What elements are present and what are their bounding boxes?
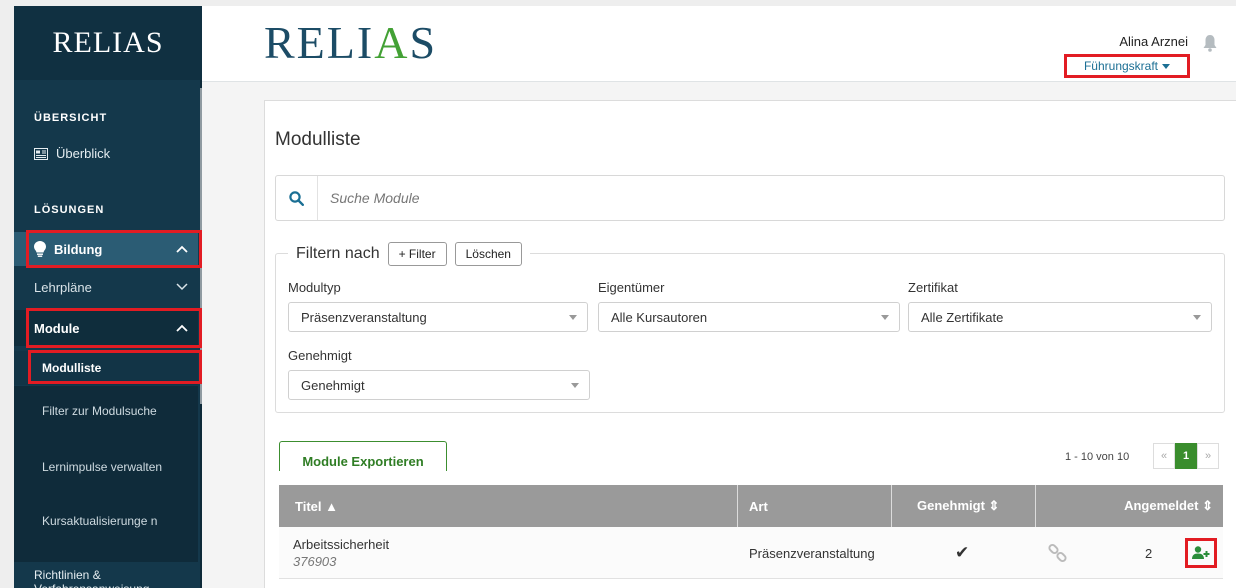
search-button[interactable] xyxy=(276,176,318,220)
pagination-page-1[interactable]: 1 xyxy=(1175,443,1197,469)
pagination-prev[interactable]: « xyxy=(1153,443,1175,469)
module-art: Präsenzveranstaltung xyxy=(749,545,875,561)
sidebar-item-filter-modulsuche[interactable]: Filter zur Modulsuche xyxy=(42,404,182,418)
app-frame: RELIAS ÜBERSICHT Überblick LÖSUNGEN Bild… xyxy=(14,6,1236,588)
filter-zertifikat-value: Alle Zertifikate xyxy=(921,309,1004,325)
caret-down-icon xyxy=(1162,63,1171,69)
add-filter-button[interactable]: + Filter xyxy=(387,242,447,266)
export-modules-button[interactable]: Module Exportieren xyxy=(279,441,447,471)
highlight-modulliste xyxy=(28,350,202,384)
pagination-info: 1 - 10 von 10 xyxy=(1065,451,1130,463)
table-row[interactable]: Arbeitssicherheit 376903 Präsenzveransta… xyxy=(279,527,1223,579)
sidebar-item-overview-label: Überblick xyxy=(56,146,111,161)
filter-modultyp-select[interactable]: Präsenzveranstaltung xyxy=(288,302,588,332)
link-cell xyxy=(1047,527,1069,579)
section-solutions: LÖSUNGEN xyxy=(34,204,105,216)
filter-eigentuemer-select[interactable]: Alle Kursautoren xyxy=(598,302,900,332)
user-name[interactable]: Alina Arznei xyxy=(1119,34,1188,49)
filter-zertifikat-select[interactable]: Alle Zertifikate xyxy=(908,302,1212,332)
caret-down-icon xyxy=(881,315,889,320)
filter-genehmigt-select[interactable]: Genehmigt xyxy=(288,370,590,400)
highlight-module xyxy=(26,308,202,348)
filter-modultyp-value: Präsenzveranstaltung xyxy=(301,309,427,325)
role-dropdown[interactable]: Führungskraft xyxy=(1064,54,1190,78)
main-panel: Modulliste Filtern nach + Filter Löschen… xyxy=(264,100,1236,588)
highlight-bildung xyxy=(26,230,202,268)
filter-eigentuemer-value: Alle Kursautoren xyxy=(611,309,708,325)
sidebar: RELIAS ÜBERSICHT Überblick LÖSUNGEN Bild… xyxy=(14,6,202,588)
top-header: RELIAS Alina Arznei Führungskraft xyxy=(202,6,1236,82)
sidebar-logo[interactable]: RELIAS xyxy=(14,6,202,80)
check-icon: ✔ xyxy=(955,543,970,562)
filter-panel: Filtern nach + Filter Löschen Modultyp P… xyxy=(275,242,1225,413)
chevron-down-icon xyxy=(176,283,188,291)
sidebar-item-lehrplaene-label: Lehrpläne xyxy=(34,279,92,295)
sidebar-item-richtlinien[interactable]: Richtlinien & Verfahrensanweisung xyxy=(34,568,184,588)
column-header-genehmigt[interactable]: Genehmigt ⇕ xyxy=(917,485,999,527)
filter-label: Filtern nach xyxy=(296,245,380,262)
filter-zertifikat-label: Zertifikat xyxy=(908,280,958,295)
column-header-art: Art xyxy=(749,498,768,514)
sidebar-item-lernimpulse[interactable]: Lernimpulse verwalten xyxy=(42,460,182,474)
filter-legend: Filtern nach + Filter Löschen xyxy=(288,242,530,266)
enrolled-count: 2 xyxy=(1145,545,1153,561)
filter-genehmigt-label: Genehmigt xyxy=(288,348,352,363)
dashboard-icon xyxy=(34,147,48,160)
module-title[interactable]: Arbeitssicherheit xyxy=(293,537,389,552)
enroll-user-button[interactable] xyxy=(1185,538,1217,568)
caret-down-icon xyxy=(571,383,579,388)
filter-genehmigt-value: Genehmigt xyxy=(301,377,365,393)
module-id: 376903 xyxy=(293,554,337,569)
add-user-icon xyxy=(1192,546,1210,559)
clear-filter-button[interactable]: Löschen xyxy=(454,242,522,266)
table-header: Titel ▲ Art Genehmigt ⇕ Angemeldet ⇕ xyxy=(279,485,1223,527)
role-label: Führungskraft xyxy=(1083,59,1159,73)
section-overview: ÜBERSICHT xyxy=(34,112,108,124)
main-logo[interactable]: RELIAS xyxy=(264,16,437,69)
caret-down-icon xyxy=(1193,315,1201,320)
caret-down-icon xyxy=(569,315,577,320)
column-header-angemeldet[interactable]: Angemeldet ⇕ xyxy=(1124,485,1213,527)
module-title-cell: Arbeitssicherheit 376903 xyxy=(293,527,389,579)
column-header-titel[interactable]: Titel ▲ xyxy=(295,485,338,527)
link-icon[interactable] xyxy=(1047,542,1069,564)
search-input[interactable] xyxy=(318,190,1198,206)
filter-modultyp-label: Modultyp xyxy=(288,280,341,295)
main-logo-text: RELIAS xyxy=(264,17,438,68)
sidebar-item-lehrplaene[interactable]: Lehrpläne xyxy=(14,270,198,304)
filter-eigentuemer-label: Eigentümer xyxy=(598,280,665,295)
enroll-button-cell xyxy=(1185,527,1217,579)
sidebar-item-overview[interactable]: Überblick xyxy=(34,146,110,161)
bell-icon[interactable] xyxy=(1202,34,1218,52)
search-icon xyxy=(289,190,304,206)
search-bar xyxy=(275,175,1225,221)
page-title: Modulliste xyxy=(275,129,361,150)
modules-table: Titel ▲ Art Genehmigt ⇕ Angemeldet ⇕ Arb… xyxy=(279,485,1223,579)
pagination: « 1 » xyxy=(1153,443,1219,469)
sidebar-item-kursaktualisierungen[interactable]: Kursaktualisierunge n xyxy=(42,514,168,528)
pagination-next[interactable]: » xyxy=(1197,443,1219,469)
